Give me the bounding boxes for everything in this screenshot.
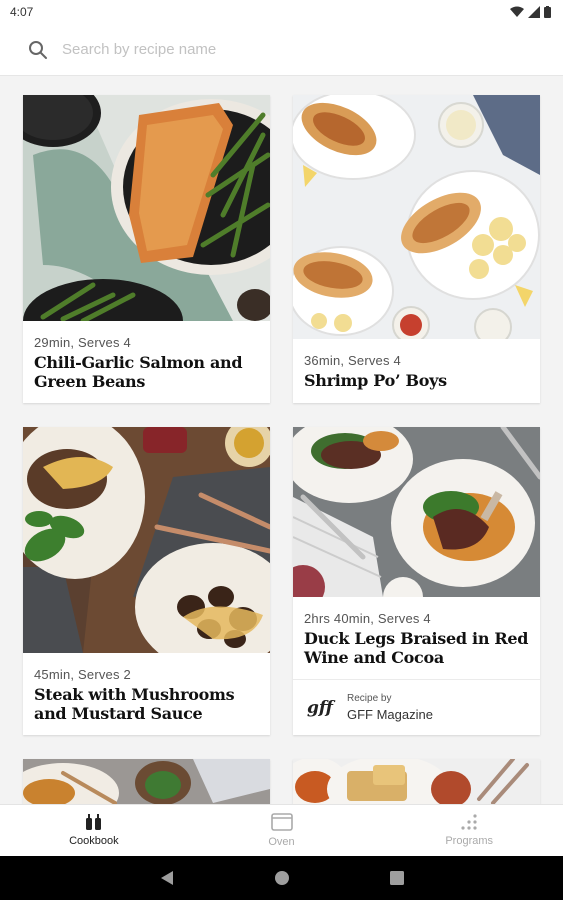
status-bar: 4:07 [0,0,563,24]
back-icon[interactable] [160,870,174,886]
recipe-author: GFF Magazine [347,707,433,722]
signal-icon [528,6,540,18]
programs-icon [461,814,477,830]
recipe-photo [23,427,270,653]
nav-oven-label: Oven [268,836,295,848]
recipe-title: Steak with Mushrooms and Mustard Sauce [34,685,235,723]
status-icons [510,6,551,18]
nav-cookbook[interactable]: Cookbook [0,805,188,856]
cookbook-icon [85,814,101,830]
recipe-card[interactable] [23,759,270,804]
home-icon[interactable] [274,870,290,886]
recipe-title: Chili-Garlic Salmon and Green Beans [34,353,243,391]
recipe-byline[interactable]: gff Recipe by GFF Magazine [293,679,540,735]
search-input[interactable] [62,41,462,58]
recipe-card[interactable]: 29min, Serves 4 Chili-Garlic Salmon and … [23,95,270,403]
recipe-title: Shrimp Po’ Boys [304,371,447,390]
nav-programs-label: Programs [445,835,494,847]
nav-oven[interactable]: Oven [188,805,376,856]
search-icon[interactable] [28,40,48,60]
recipe-photo [23,759,270,804]
wifi-icon [510,6,524,17]
oven-icon [270,813,293,831]
recipe-photo [293,95,540,339]
recipe-card[interactable]: 2hrs 40min, Serves 4 Duck Legs Braised i… [293,427,540,735]
status-time: 4:07 [10,5,34,19]
recipe-card[interactable]: 36min, Serves 4 Shrimp Po’ Boys [293,95,540,403]
recipe-meta: 2hrs 40min, Serves 4 [304,611,431,626]
recipe-meta: 36min, Serves 4 [304,353,401,368]
recipe-by-label: Recipe by [347,693,392,704]
recipe-photo [23,95,270,321]
recipe-title: Duck Legs Braised in Red Wine and Cocoa [304,629,529,667]
battery-icon [544,6,551,18]
search-bar [0,24,563,76]
recents-icon[interactable] [389,871,404,885]
recipe-photo [293,427,540,597]
recipe-meta: 45min, Serves 2 [34,667,131,682]
publisher-logo: gff [307,697,333,718]
byline-text: Recipe by GFF Magazine [347,693,433,722]
system-nav-bar [0,856,563,900]
recipe-card[interactable]: 45min, Serves 2 Steak with Mushrooms and… [23,427,270,735]
recipe-meta: 29min, Serves 4 [34,335,131,350]
bottom-nav: Cookbook Oven Programs [0,804,563,856]
nav-cookbook-label: Cookbook [69,835,119,847]
recipe-grid: 29min, Serves 4 Chili-Garlic Salmon and … [0,76,563,804]
recipe-card[interactable] [293,759,540,804]
nav-programs[interactable]: Programs [375,805,563,856]
recipe-photo [293,759,540,804]
